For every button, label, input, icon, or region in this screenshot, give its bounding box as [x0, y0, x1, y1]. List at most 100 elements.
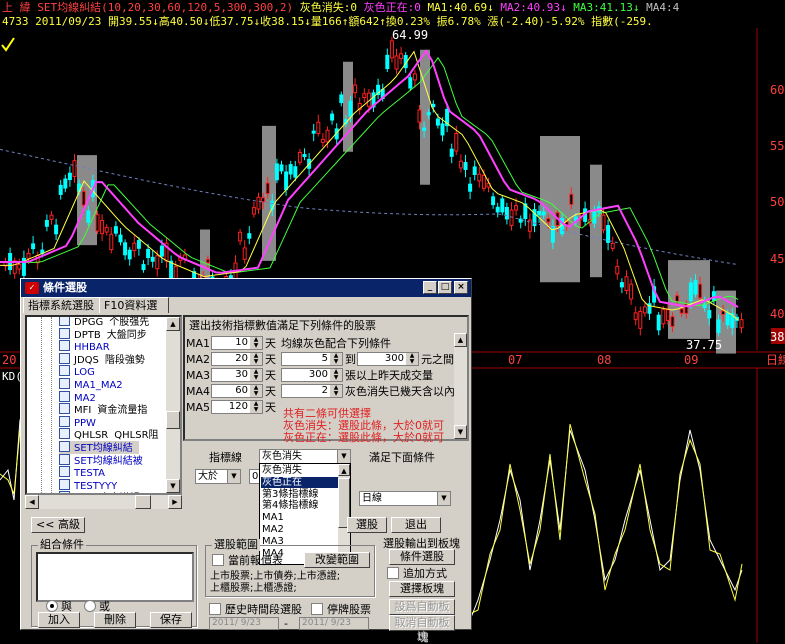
dropdown-option[interactable]: 灰色正在 [261, 476, 338, 488]
candle [118, 234, 123, 243]
scroll-up-icon[interactable]: ▲ [338, 464, 350, 476]
indicator-line-select[interactable]: 灰色消失 ▼ [259, 449, 351, 464]
ma3-spinner[interactable]: 30 ▲ ▼ [211, 368, 263, 382]
tree-vertical-scrollbar[interactable]: ▲ ▼ [166, 317, 180, 493]
suspend-checkbox[interactable]: 停牌股票 [311, 603, 371, 616]
indicator-tree[interactable]: DPGG 个股强先 DPTB 大盤同步 HHBAR JDQS 階段強勢 LOG MA1_MA2 M… [25, 315, 182, 495]
dropdown-option[interactable]: MA2 [261, 524, 338, 535]
history-checkbox[interactable]: 歷史時間段選股 [209, 603, 302, 616]
compare-operator-select[interactable]: 大於 ▼ [195, 469, 241, 484]
dropdown-option[interactable]: 第3條指標線 [261, 489, 338, 500]
scroll-down-icon[interactable]: ▼ [454, 425, 467, 439]
dropdown-option[interactable]: 第4條指標線 [261, 500, 338, 511]
tree-item[interactable]: DPTB 大盤同步 [59, 327, 147, 341]
save-button[interactable]: 保存 [150, 612, 192, 628]
checkbox-icon[interactable] [212, 554, 224, 566]
set-auto-block-button[interactable]: 設爲自動板塊 [389, 599, 455, 627]
param-label: MA4 [186, 385, 211, 398]
tree-item[interactable]: JDQS 階段強勢 [59, 352, 145, 366]
date-from-field[interactable]: 2011/ 9/23 [209, 617, 279, 630]
advanced-button[interactable]: << 高級 [31, 517, 85, 533]
tab-f10-select[interactable]: F10資料選股 [99, 297, 169, 327]
candle [615, 265, 620, 275]
tree-item[interactable]: SET均線糾結被 [59, 453, 149, 467]
choose-block-button[interactable]: 選擇板塊 [389, 581, 455, 597]
scroll-left-icon[interactable]: ◀ [25, 495, 39, 509]
chevron-down-icon[interactable]: ▼ [437, 492, 450, 505]
hscroll-thumb[interactable] [135, 495, 151, 509]
tree-item-code: MFI [74, 405, 92, 417]
tree-item[interactable]: PPW [59, 415, 102, 429]
spinner-arrows-icon[interactable]: ▲ ▼ [250, 385, 262, 397]
delete-button[interactable]: 刪除 [94, 612, 136, 628]
spinner-arrows-icon[interactable]: ▲ ▼ [330, 369, 342, 381]
tree-item[interactable]: LOG [59, 365, 101, 378]
radio-and-icon[interactable] [46, 600, 58, 612]
price-min-spinner[interactable]: 5 ▲ ▼ [281, 352, 343, 366]
spinner-arrows-icon[interactable]: ▲ ▼ [330, 385, 342, 397]
ma4-spinner[interactable]: 60 ▲ ▼ [211, 384, 263, 398]
candle [633, 312, 638, 321]
radio-or-icon[interactable] [84, 600, 96, 612]
spinner-arrows-icon[interactable]: ▲ ▼ [250, 353, 262, 365]
kd-label: KD( [2, 370, 22, 383]
price-max-spinner[interactable]: 300 ▲ ▼ [357, 352, 419, 366]
current-report-checkbox[interactable]: 當前報價表 [212, 554, 283, 567]
tree-item[interactable]: SET均線糾結 [59, 441, 139, 454]
append-checkbox[interactable]: 追加方式 [387, 567, 447, 580]
maximize-icon[interactable]: □ [438, 281, 452, 294]
chevron-down-icon[interactable]: ▼ [227, 470, 240, 483]
price-label-40: 40 [770, 307, 785, 321]
tree-item[interactable]: QHLSR QHLSR阻 [59, 428, 159, 441]
cancel-auto-block-button[interactable]: 取消自動板塊 [389, 615, 455, 643]
tree-item[interactable]: HHBAR [59, 340, 116, 353]
checkbox-icon[interactable] [209, 603, 221, 615]
dropdown-option[interactable]: 灰色消失 [261, 465, 338, 476]
checkbox-icon[interactable] [311, 603, 323, 615]
combo-condition-list[interactable] [36, 552, 194, 602]
candle [472, 166, 477, 175]
tree-item[interactable]: MA1_MA2 [59, 378, 129, 391]
tree-item[interactable]: MA2 [59, 390, 102, 404]
condition-select-button[interactable]: 條件選股 [389, 549, 455, 565]
scroll-down-icon[interactable]: ▼ [166, 479, 180, 493]
close-icon[interactable]: × [454, 281, 468, 294]
exit-button[interactable]: 退出 [391, 517, 441, 533]
checkbox-icon[interactable] [387, 567, 399, 579]
scroll-up-icon[interactable]: ▲ [166, 317, 180, 331]
ma5-spinner[interactable]: 120 ▲ ▼ [211, 400, 263, 414]
candle [693, 280, 698, 295]
month-label: 20 [2, 353, 17, 367]
spinner-arrows-icon[interactable]: ▲ ▼ [330, 353, 342, 365]
spinner-arrows-icon[interactable]: ▲ ▼ [250, 401, 262, 413]
chevron-down-icon[interactable]: ▼ [337, 450, 350, 463]
date-to-field[interactable]: 2011/ 9/23 [299, 617, 369, 630]
scroll-thumb[interactable] [166, 411, 180, 429]
spinner-arrows-icon[interactable]: ▲ ▼ [250, 369, 262, 381]
change-range-button[interactable]: 改變範圍 [304, 552, 370, 568]
select-stock-button[interactable]: 選股 [347, 517, 387, 533]
tab-indicator-select[interactable]: 指標系統選股 [23, 297, 101, 313]
spinner-arrows-icon[interactable]: ▲ ▼ [406, 353, 418, 365]
candle [150, 256, 155, 262]
minimize-icon[interactable]: _ [423, 281, 437, 294]
tree-item[interactable]: TESTA [59, 466, 111, 479]
panel-scrollbar[interactable]: ▲ ▼ [454, 333, 467, 439]
tree-horizontal-scrollbar[interactable]: ◀ ▶ [25, 495, 182, 509]
candle [541, 211, 546, 216]
add-button[interactable]: 加入 [38, 612, 80, 628]
dropdown-option[interactable]: MA1 [261, 512, 338, 523]
period-select[interactable]: 日線 ▼ [359, 491, 451, 506]
scroll-up-icon[interactable]: ▲ [454, 333, 467, 347]
dialog-titlebar[interactable]: ✓ 條件選股 _ □ × [21, 279, 471, 297]
tree-item[interactable]: DPGG 个股强先 [59, 317, 149, 328]
ma1-spinner[interactable]: 10 ▲ ▼ [211, 336, 263, 350]
spinner-arrows-icon[interactable]: ▲ ▼ [250, 337, 262, 349]
tree-item[interactable]: TESTYYY [59, 478, 123, 492]
gray-on-readout: 灰色正在:0 [363, 1, 421, 14]
tree-item[interactable]: MFI 資金流量指 [59, 403, 147, 416]
volume-spinner[interactable]: 300 ▲ ▼ [281, 368, 343, 382]
days-spinner[interactable]: 2 ▲ ▼ [281, 384, 343, 398]
ma2-spinner[interactable]: 20 ▲ ▼ [211, 352, 263, 366]
scroll-right-icon[interactable]: ▶ [168, 495, 182, 509]
